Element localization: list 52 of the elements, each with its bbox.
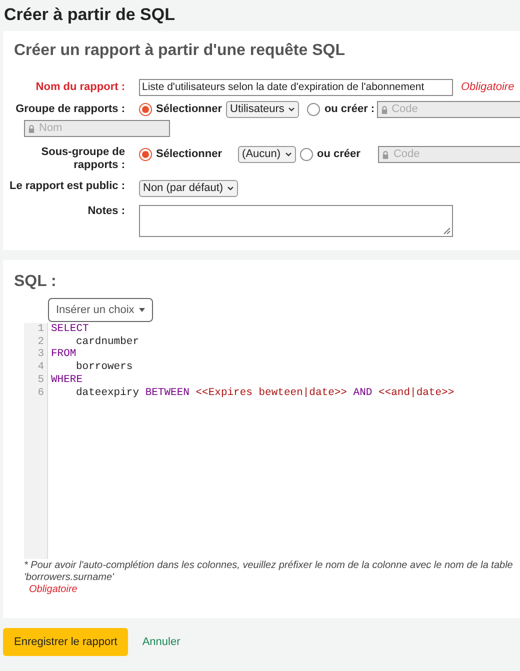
- field-label: Nom du rapport :: [34, 80, 125, 94]
- save-report-button[interactable]: Enregistrer le rapport: [3, 628, 128, 656]
- insert-choice-button[interactable]: Insérer un choix: [48, 298, 154, 322]
- code-token: AND: [353, 386, 372, 399]
- line-number: 4: [36, 361, 45, 374]
- help-text: * Pour avoir l'auto-complétion dans les colonnes, veuillez préfixer le nom de la colonne avec le nom de la table: [24, 560, 514, 572]
- dropdown[interactable]: (Aucun): [238, 146, 296, 163]
- dropdown[interactable]: Utilisateurs: [226, 101, 300, 118]
- caret-icon: [227, 186, 234, 191]
- required-text: Obligatoire: [28, 584, 78, 596]
- radio-button[interactable]: [300, 148, 314, 161]
- code-token: <<Expires bewteen|date>>: [196, 386, 347, 399]
- code-token: SELECT: [51, 323, 89, 335]
- resize-handle-icon: [443, 227, 451, 235]
- radio-label: ou créer :: [324, 102, 375, 118]
- radio-button[interactable]: [307, 103, 320, 116]
- field-label: Groupe de rapports :: [14, 103, 125, 116]
- code-token: BETWEEN: [145, 386, 190, 399]
- caret-icon: [139, 308, 146, 312]
- section-title: SQL :: [13, 272, 58, 292]
- caret-icon: [288, 107, 296, 112]
- radio-button[interactable]: [139, 103, 152, 116]
- notes-textarea[interactable]: [139, 205, 453, 237]
- field-label: Notes :: [86, 205, 125, 218]
- code-token: cardnumber: [76, 336, 140, 348]
- line-number: 1: [36, 323, 45, 336]
- code-token: borrowers: [76, 361, 133, 374]
- dropdown[interactable]: Non (par défaut): [139, 180, 238, 197]
- code-token: dateexpiry: [76, 386, 140, 399]
- line-number: 6: [36, 386, 45, 400]
- text-input-field[interactable]: Liste d'utilisateurs selon la date d'expiration de l'abonnement: [139, 79, 453, 96]
- lock-icon: [28, 124, 35, 132]
- section-title: Créer un rapport à partir d'une requête SQL: [13, 41, 346, 61]
- radio-label: Sélectionner: [156, 147, 222, 162]
- page-title: Créer à partir de SQL: [3, 4, 176, 26]
- line-number: 2: [36, 336, 45, 348]
- line-number: 5: [36, 374, 45, 387]
- field-label: Le rapport est public :: [8, 180, 125, 193]
- code-token: <<and|date>>: [378, 386, 454, 399]
- required-text: Obligatoire: [461, 80, 514, 95]
- help-text: 'borrowers.surname': [24, 572, 116, 584]
- field-label: Sous-groupe de rapports :: [40, 146, 125, 172]
- radio-label: ou créer: [317, 147, 360, 162]
- code-token: WHERE: [51, 374, 83, 386]
- line-number: 3: [36, 348, 45, 362]
- lock-icon: [382, 150, 390, 158]
- caret-icon: [285, 152, 292, 157]
- radio-button[interactable]: [139, 148, 152, 161]
- lock-icon: [380, 106, 388, 114]
- cancel-link[interactable]: Annuler: [142, 634, 180, 650]
- code-token: FROM: [51, 348, 76, 360]
- radio-label: Sélectionner: [156, 102, 222, 118]
